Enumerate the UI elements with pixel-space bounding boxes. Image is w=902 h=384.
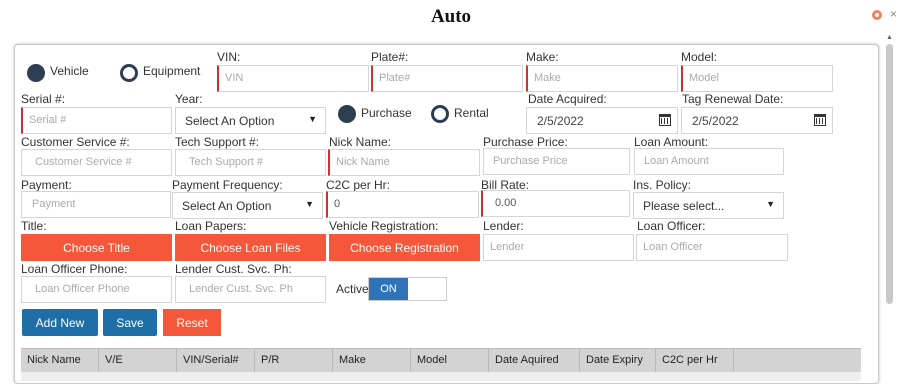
nick-name-label: Nick Name:	[329, 135, 392, 149]
purchase-radio-label: Purchase	[361, 106, 412, 120]
toggle-on-label: ON	[369, 278, 408, 300]
payment-frequency-label: Payment Frequency:	[172, 178, 283, 192]
column-header[interactable]: P/R	[261, 354, 279, 366]
model-input[interactable]: Model	[681, 65, 833, 92]
save-button[interactable]: Save	[103, 309, 157, 336]
vehicle-registration-label: Vehicle Registration:	[329, 219, 439, 233]
column-header[interactable]: Model	[417, 354, 447, 366]
payment-frequency-value: Select An Option	[182, 199, 272, 213]
table-row[interactable]	[21, 372, 861, 381]
add-new-button[interactable]: Add New	[22, 309, 98, 336]
loan-papers-label: Loan Papers:	[175, 219, 247, 233]
tag-renewal-input[interactable]: 2/5/2022	[681, 107, 833, 134]
lender-input[interactable]: Lender	[483, 234, 634, 261]
tag-renewal-label: Tag Renewal Date:	[682, 92, 784, 106]
tech-support-input[interactable]: Tech Support #	[175, 149, 326, 176]
make-input[interactable]: Make	[526, 65, 678, 92]
close-icon[interactable]	[872, 10, 882, 20]
equipment-radio[interactable]	[120, 64, 138, 82]
vehicle-radio-label: Vehicle	[50, 64, 89, 78]
equipment-radio-label: Equipment	[143, 64, 201, 78]
scroll-up-icon[interactable]: ▲	[886, 34, 893, 41]
column-header[interactable]: Nick Name	[27, 354, 81, 366]
purchase-radio[interactable]	[338, 105, 356, 123]
page-title: Auto	[430, 6, 472, 27]
date-acquired-value: 2/5/2022	[537, 114, 584, 128]
active-toggle[interactable]: ON	[368, 277, 447, 301]
column-header[interactable]: Date Aquired	[495, 354, 559, 366]
tag-renewal-value: 2/5/2022	[692, 114, 739, 128]
plate-input[interactable]: Plate#	[371, 65, 523, 92]
loan-officer-phone-input[interactable]: Loan Officer Phone	[21, 276, 172, 303]
loan-officer-input[interactable]: Loan Officer	[636, 234, 788, 261]
ins-policy-value: Please select...	[643, 199, 725, 213]
tech-support-label: Tech Support #:	[175, 135, 260, 149]
column-divider	[332, 349, 333, 373]
bill-rate-input[interactable]: 0.00	[481, 190, 630, 217]
plate-label: Plate#:	[371, 50, 409, 64]
rental-radio[interactable]	[431, 105, 449, 123]
payment-label: Payment:	[21, 178, 72, 192]
lender-cust-svc-input[interactable]: Lender Cust. Svc. Ph	[175, 276, 326, 303]
serial-label: Serial #:	[21, 92, 66, 106]
loan-officer-phone-label: Loan Officer Phone:	[21, 262, 128, 276]
year-select-value: Select An Option	[185, 114, 275, 128]
year-select[interactable]: Select An Option ▼	[175, 107, 326, 134]
c2c-input[interactable]: 0	[326, 191, 479, 218]
dismiss-icon[interactable]: ×	[890, 7, 897, 21]
c2c-label: C2C per Hr:	[326, 178, 391, 192]
year-label: Year:	[175, 92, 203, 106]
column-divider	[655, 349, 656, 373]
customer-service-input[interactable]: Customer Service #	[21, 149, 172, 176]
reset-button[interactable]: Reset	[163, 309, 221, 336]
table-header: Nick Name V/E VIN/Serial# P/R Make Model…	[21, 348, 861, 373]
ins-policy-label: Ins. Policy:	[633, 178, 692, 192]
lender-label: Lender:	[483, 219, 524, 233]
date-acquired-input[interactable]: 2/5/2022	[526, 107, 678, 134]
payment-frequency-select[interactable]: Select An Option ▼	[172, 192, 323, 219]
column-header[interactable]: Make	[339, 354, 366, 366]
calendar-icon[interactable]	[814, 114, 826, 126]
lender-cust-svc-label: Lender Cust. Svc. Ph:	[175, 262, 292, 276]
purchase-price-input[interactable]: Purchase Price	[483, 148, 630, 175]
make-label: Make:	[526, 50, 559, 64]
scrollbar[interactable]: ▲	[885, 34, 895, 381]
date-acquired-label: Date Acquired:	[528, 92, 607, 106]
customer-service-label: Customer Service #:	[21, 135, 130, 149]
purchase-price-label: Purchase Price:	[483, 135, 568, 149]
column-header[interactable]: V/E	[105, 354, 123, 366]
calendar-icon[interactable]	[659, 114, 671, 126]
column-divider	[733, 349, 734, 373]
choose-loan-files-button[interactable]: Choose Loan Files	[175, 234, 326, 261]
chevron-down-icon: ▼	[305, 199, 314, 209]
column-divider	[410, 349, 411, 373]
column-header[interactable]: C2C per Hr	[662, 354, 718, 366]
scrollbar-thumb[interactable]	[886, 44, 893, 304]
nick-name-input[interactable]: Nick Name	[328, 149, 480, 176]
loan-officer-label: Loan Officer:	[637, 219, 706, 233]
loan-amount-input[interactable]: Loan Amount	[634, 148, 784, 175]
payment-input[interactable]: Payment	[21, 191, 171, 218]
active-label: Active	[336, 282, 369, 296]
column-divider	[98, 349, 99, 373]
vehicle-radio[interactable]	[27, 64, 45, 82]
column-header[interactable]: VIN/Serial#	[183, 354, 239, 366]
choose-title-button[interactable]: Choose Title	[21, 234, 172, 261]
chevron-down-icon: ▼	[308, 114, 317, 124]
vin-label: VIN:	[217, 50, 241, 64]
column-divider	[254, 349, 255, 373]
chevron-down-icon: ▼	[766, 199, 775, 209]
column-divider	[579, 349, 580, 373]
choose-registration-button[interactable]: Choose Registration	[329, 234, 480, 261]
column-header[interactable]: Date Expiry	[586, 354, 643, 366]
rental-radio-label: Rental	[454, 106, 489, 120]
loan-amount-label: Loan Amount:	[634, 135, 709, 149]
column-divider	[176, 349, 177, 373]
ins-policy-select[interactable]: Please select... ▼	[633, 192, 784, 219]
serial-input[interactable]: Serial #	[21, 107, 172, 134]
model-label: Model:	[681, 50, 718, 64]
vin-input[interactable]: VIN	[217, 65, 369, 92]
column-divider	[488, 349, 489, 373]
title-doc-label: Title:	[21, 219, 47, 233]
